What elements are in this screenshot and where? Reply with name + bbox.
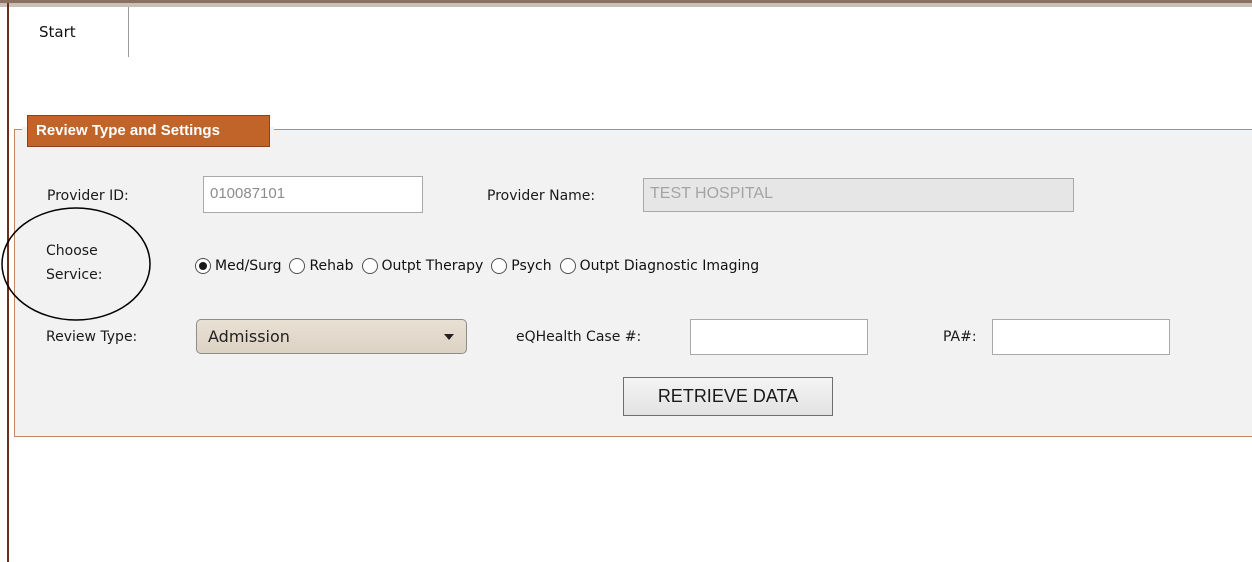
- case-number-label: eQHealth Case #:: [516, 329, 642, 345]
- radio-psych-label: Psych: [511, 258, 552, 274]
- radio-psych-circle[interactable]: [491, 258, 508, 274]
- panel-legend: Review Type and Settings: [27, 115, 270, 147]
- radio-rehab-label: Rehab: [309, 258, 354, 274]
- radio-outpt-therapy-label: Outpt Therapy: [381, 258, 484, 274]
- provider-id-field[interactable]: 010087101: [203, 176, 423, 213]
- radio-rehab[interactable]: Rehab: [289, 258, 354, 274]
- radio-outpt-diagnostic-imaging[interactable]: Outpt Diagnostic Imaging: [559, 258, 760, 274]
- tab-start-label: Start: [39, 23, 76, 41]
- case-number-input[interactable]: [690, 319, 868, 355]
- provider-name-label: Provider Name:: [487, 188, 596, 204]
- retrieve-data-button[interactable]: RETRIEVE DATA: [623, 377, 833, 416]
- pa-number-label: PA#:: [943, 329, 977, 345]
- provider-name-field: TEST HOSPITAL: [643, 178, 1074, 212]
- app-window: Start Review Type and Settings Provider …: [0, 0, 1252, 562]
- tab-start[interactable]: Start: [9, 7, 129, 57]
- service-radio-group: Med/Surg Rehab Outpt Therapy Psych Outpt…: [195, 254, 767, 278]
- chevron-down-icon[interactable]: [444, 334, 454, 340]
- pa-number-input[interactable]: [992, 319, 1170, 355]
- tab-strip-background: [0, 3, 1252, 7]
- radio-med-surg[interactable]: Med/Surg: [195, 258, 281, 274]
- radio-med-surg-label: Med/Surg: [215, 258, 282, 274]
- review-type-selected-value: Admission: [208, 327, 290, 346]
- review-type-label: Review Type:: [46, 329, 138, 345]
- annotation-circle: [1, 207, 151, 321]
- radio-psych[interactable]: Psych: [491, 258, 552, 274]
- provider-id-label: Provider ID:: [47, 188, 129, 204]
- radio-med-surg-circle[interactable]: [195, 258, 211, 274]
- radio-outpt-diagnostic-imaging-circle[interactable]: [559, 258, 576, 274]
- radio-outpt-therapy[interactable]: Outpt Therapy: [361, 258, 484, 274]
- review-type-select[interactable]: Admission: [196, 319, 467, 354]
- radio-outpt-diagnostic-imaging-label: Outpt Diagnostic Imaging: [579, 258, 760, 274]
- radio-outpt-therapy-circle[interactable]: [361, 258, 378, 274]
- radio-rehab-circle[interactable]: [289, 258, 306, 274]
